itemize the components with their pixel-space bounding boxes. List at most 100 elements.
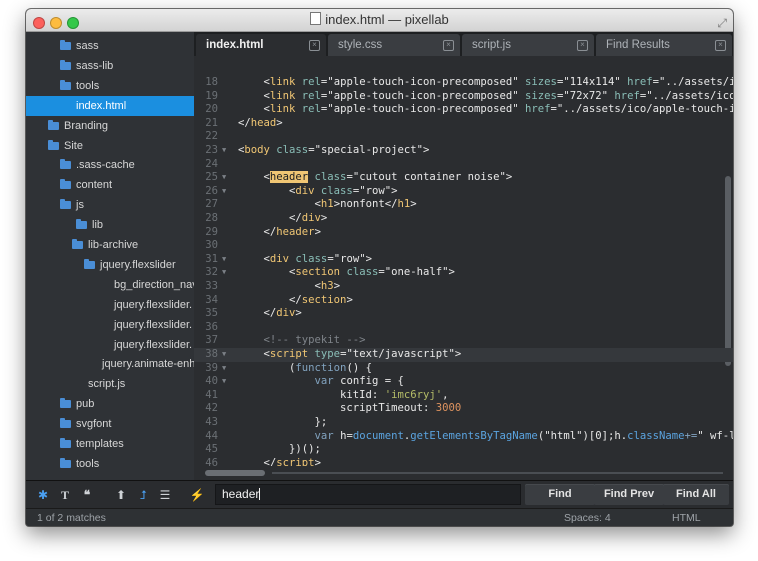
fold-arrow-icon[interactable]: ▼ xyxy=(222,362,226,376)
code-line[interactable]: 34 </section> xyxy=(194,294,733,308)
tab-style-css[interactable]: style.css × xyxy=(328,34,460,56)
syntax-mode[interactable]: HTML xyxy=(672,509,701,526)
sidebar-item-jquery-flexslider[interactable]: jquery.flexslider. xyxy=(26,335,194,355)
code-line[interactable]: 23 ▼ <body class="special-project"> xyxy=(194,144,733,158)
sidebar-item-bg-direction-nav[interactable]: bg_direction_nav xyxy=(26,275,194,295)
code-editor[interactable]: 18 <link rel="apple-touch-icon-precompos… xyxy=(194,56,733,466)
code-line[interactable]: 21 </head> xyxy=(194,117,733,131)
code-token: < xyxy=(238,76,270,88)
close-window-button[interactable] xyxy=(33,17,45,29)
sidebar-item-branding[interactable]: Branding xyxy=(26,116,194,136)
sidebar-item-tools[interactable]: tools xyxy=(26,76,194,96)
in-selection-toggle[interactable]: ☰ xyxy=(154,485,176,505)
sidebar-item-site[interactable]: Site xyxy=(26,136,194,156)
code-token: h3 xyxy=(320,280,334,292)
close-tab-icon[interactable]: × xyxy=(715,40,726,51)
sidebar-item-sass[interactable]: sass xyxy=(26,36,194,56)
fullscreen-icon[interactable]: ⤢ xyxy=(717,12,727,34)
wrap-toggle[interactable]: ⮥ xyxy=(132,485,154,505)
code-line[interactable]: 19 <link rel="apple-touch-icon-precompos… xyxy=(194,90,733,104)
code-line[interactable]: 36 xyxy=(194,321,733,335)
sidebar-item-index-html[interactable]: index.html xyxy=(26,95,194,116)
sidebar-item-jquery-flexslider[interactable]: jquery.flexslider. xyxy=(26,295,194,315)
code-token: }; xyxy=(238,416,328,428)
horizontal-scrollbar[interactable] xyxy=(205,470,265,476)
tab-find-results[interactable]: Find Results × xyxy=(596,34,732,56)
code-line[interactable]: 46 </script> xyxy=(194,457,733,466)
code-token: ("html")[0];h. xyxy=(537,429,628,442)
sidebar-item-svgfont[interactable]: svgfont xyxy=(26,414,194,434)
sidebar-item-script-js[interactable]: script.js xyxy=(26,374,194,394)
quote-icon: ❝ xyxy=(83,488,91,502)
folder-icon xyxy=(84,258,95,269)
sidebar-item-sass-lib[interactable]: sass-lib xyxy=(26,56,194,76)
find-button[interactable]: Find xyxy=(525,484,595,505)
code-line[interactable]: 20 <link rel="apple-touch-icon-precompos… xyxy=(194,103,733,117)
code-line[interactable]: 25 ▼ <header class="cutout container nois… xyxy=(194,171,733,185)
tab-script-js[interactable]: script.js × xyxy=(462,34,594,56)
highlight-matches-toggle[interactable]: ⚡ xyxy=(186,485,208,505)
sidebar-item-label: jquery.animate-enh xyxy=(102,358,194,371)
close-tab-icon[interactable]: × xyxy=(443,40,454,51)
code-line[interactable]: 26 ▼ <div class="row"> xyxy=(194,185,733,199)
sidebar-item-jquery-animate-enh[interactable]: jquery.animate-enh xyxy=(26,354,194,374)
sidebar-item-content[interactable]: content xyxy=(26,175,194,195)
text-case-icon: T xyxy=(60,488,69,502)
close-tab-icon[interactable]: × xyxy=(309,40,320,51)
sidebar-item-label: tools xyxy=(76,457,100,470)
fold-arrow-icon[interactable]: ▼ xyxy=(222,171,226,185)
code-line[interactable]: 30 xyxy=(194,239,733,253)
zoom-window-button[interactable] xyxy=(67,17,79,29)
code-line[interactable]: 37 <!-- typekit --> xyxy=(194,334,733,348)
sidebar-item-label: jquery.flexslider. xyxy=(114,318,193,331)
find-prev-button[interactable]: Find Prev xyxy=(594,484,664,505)
fold-arrow-icon[interactable]: ▼ xyxy=(222,266,226,280)
tab-index-html[interactable]: index.html × xyxy=(196,34,326,56)
code-line[interactable]: 27 <h1>nonfont</h1> xyxy=(194,198,733,212)
fold-arrow-icon[interactable]: ▼ xyxy=(222,253,226,267)
code-line[interactable]: 44 var h=document.getElementsByTagName("… xyxy=(194,430,733,444)
code-line[interactable]: 40 ▼ var config = { xyxy=(194,375,733,389)
sidebar-item-lib-archive[interactable]: lib-archive xyxy=(26,235,194,255)
case-sensitive-toggle[interactable]: T xyxy=(54,485,76,505)
code-token: function xyxy=(295,361,347,374)
whole-word-toggle[interactable]: ❝ xyxy=(76,485,98,505)
code-line[interactable]: 29 </header> xyxy=(194,226,733,240)
sidebar-item-js[interactable]: js xyxy=(26,195,194,215)
sidebar-item-templates[interactable]: templates xyxy=(26,434,194,454)
reverse-direction-toggle[interactable]: ⬆ xyxy=(110,485,132,505)
code-line[interactable]: 18 <link rel="apple-touch-icon-precompos… xyxy=(194,76,733,90)
sidebar-item-lib[interactable]: lib xyxy=(26,215,194,235)
find-all-button[interactable]: Find All xyxy=(663,484,729,505)
sidebar-item-label: sass-lib xyxy=(76,59,114,72)
code-token: "apple-touch-icon-precomposed" xyxy=(327,103,519,116)
code-line[interactable]: 24 xyxy=(194,158,733,172)
code-line[interactable]: 42 scriptTimeout: 3000 xyxy=(194,402,733,416)
find-input[interactable]: header xyxy=(215,484,521,505)
close-tab-icon[interactable]: × xyxy=(577,40,588,51)
sidebar-item-tools[interactable]: tools xyxy=(26,454,194,474)
code-line[interactable]: 39 ▼ (function() { xyxy=(194,362,733,376)
indentation-setting[interactable]: Spaces: 4 xyxy=(564,509,611,526)
sidebar-item-sass-cache[interactable]: .sass-cache xyxy=(26,155,194,175)
code-line[interactable]: 38 ▼ <script type="text/javascript"> xyxy=(194,348,733,362)
code-line[interactable]: 35 </div> xyxy=(194,307,733,321)
fold-arrow-icon[interactable]: ▼ xyxy=(222,144,226,158)
code-line[interactable]: 33 <h3> xyxy=(194,280,733,294)
sidebar-item-jquery-flexslider[interactable]: jquery.flexslider. xyxy=(26,315,194,335)
code-line[interactable]: 22 xyxy=(194,130,733,144)
code-text: var config = { xyxy=(238,375,404,389)
minimize-window-button[interactable] xyxy=(50,17,62,29)
code-line[interactable]: 45 })(); xyxy=(194,443,733,457)
regex-toggle[interactable]: ✱ xyxy=(32,485,54,505)
fold-arrow-icon[interactable]: ▼ xyxy=(222,185,226,199)
sidebar-item-jquery-flexslider[interactable]: jquery.flexslider xyxy=(26,255,194,275)
fold-arrow-icon[interactable]: ▼ xyxy=(222,348,226,362)
code-line[interactable]: 28 </div> xyxy=(194,212,733,226)
code-line[interactable]: 32 ▼ <section class="one-half"> xyxy=(194,266,733,280)
code-line[interactable]: 41 kitId: 'imc6ryj', xyxy=(194,389,733,403)
code-line[interactable]: 31 ▼ <div class="row"> xyxy=(194,253,733,267)
sidebar-item-pub[interactable]: pub xyxy=(26,394,194,414)
code-line[interactable]: 43 }; xyxy=(194,416,733,430)
fold-arrow-icon[interactable]: ▼ xyxy=(222,375,226,389)
